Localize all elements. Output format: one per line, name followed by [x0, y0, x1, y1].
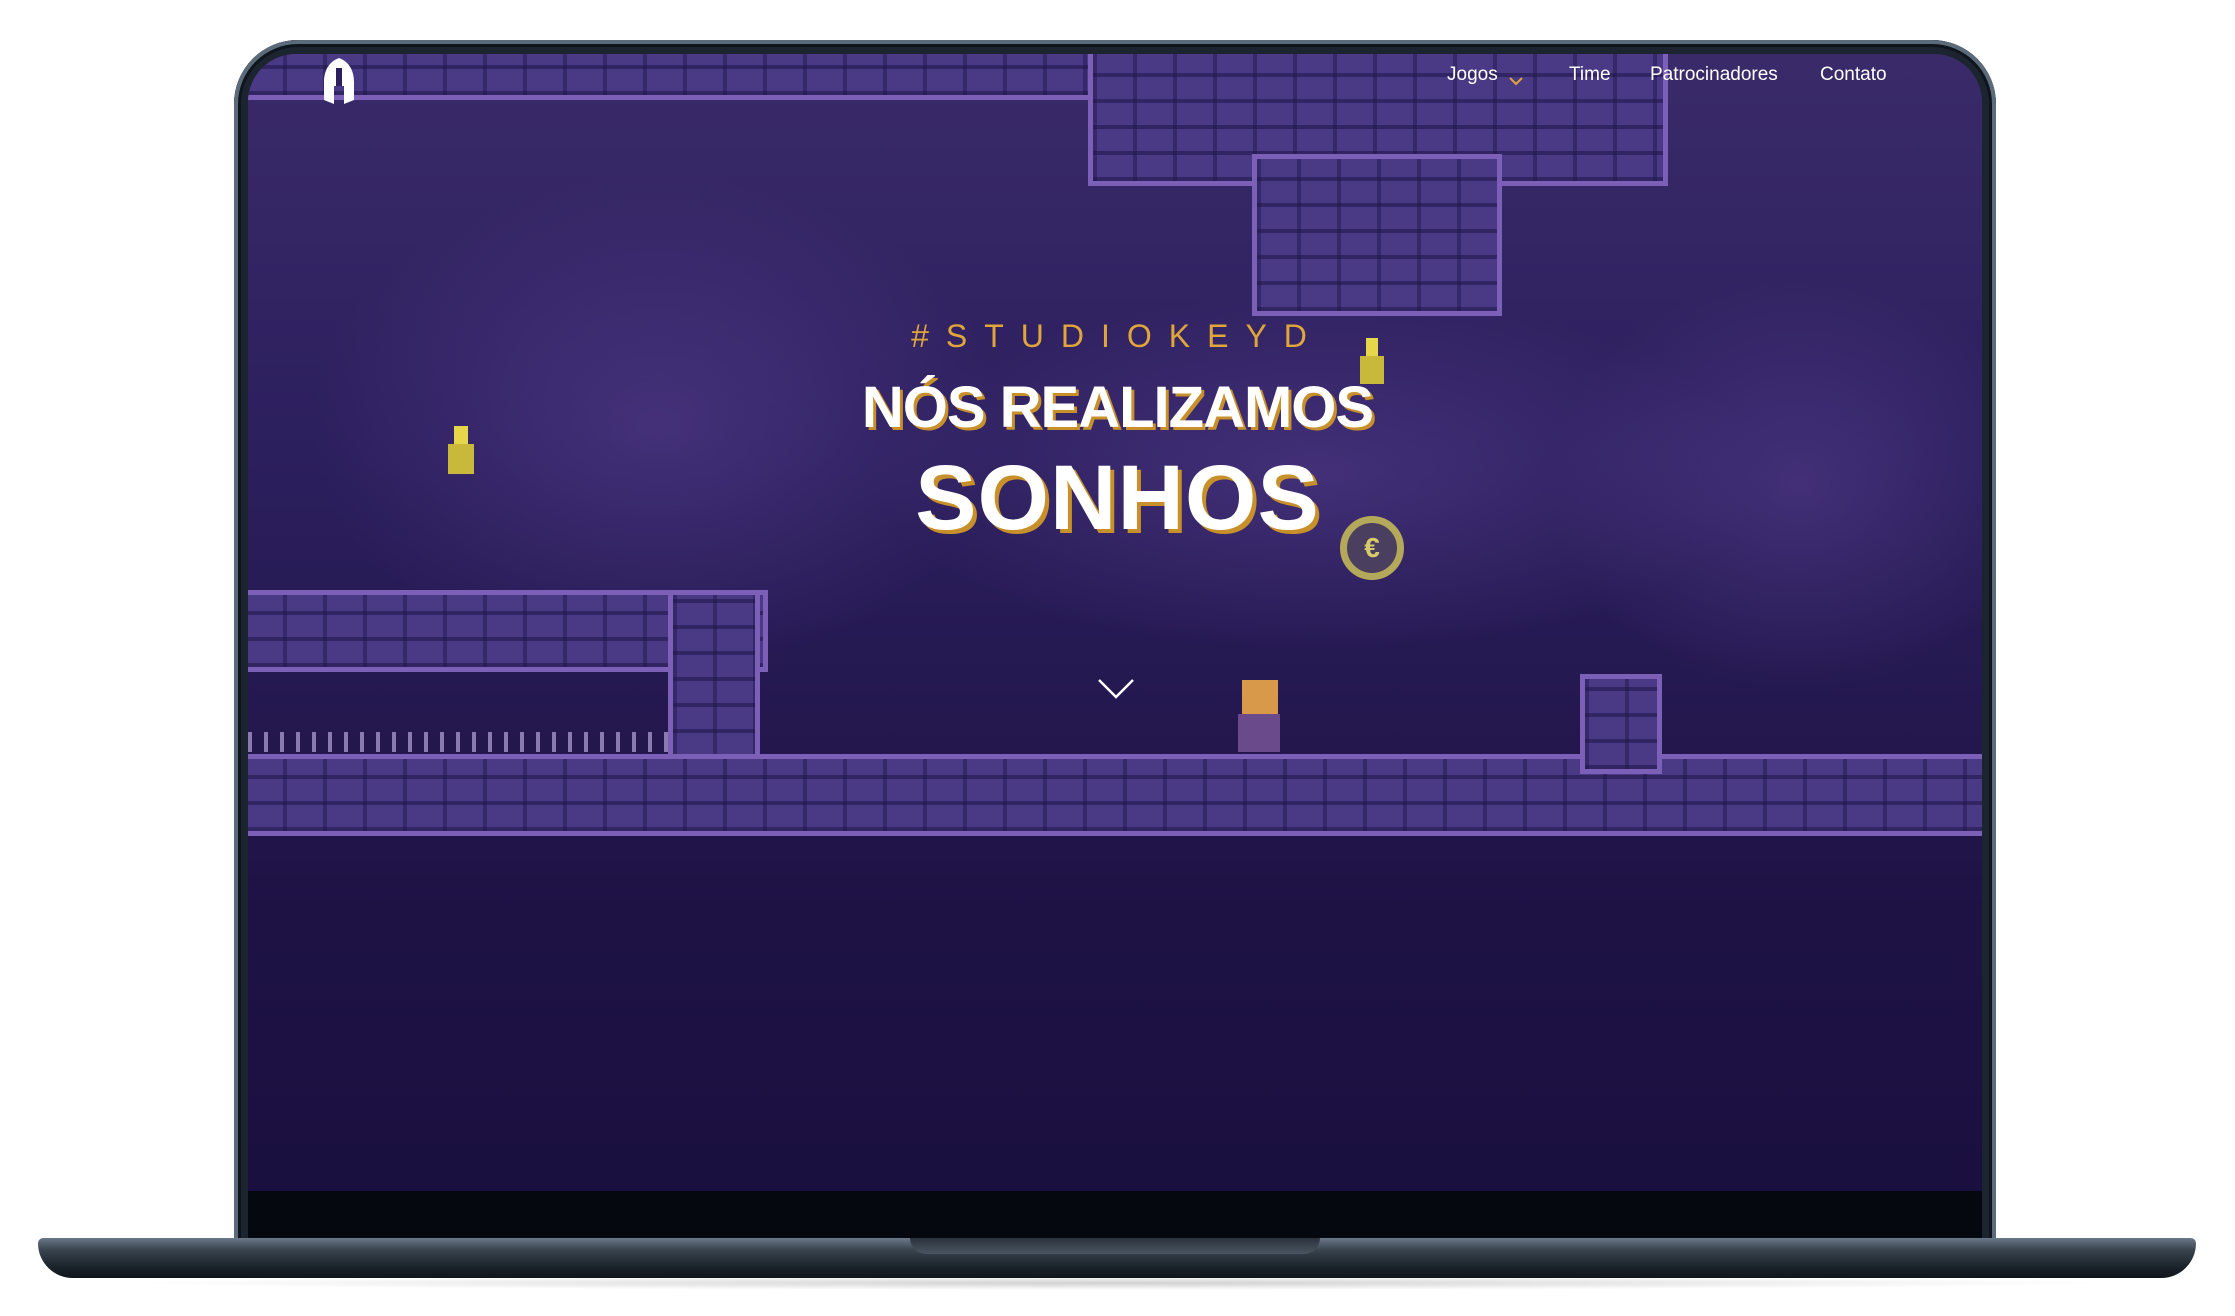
screen-bezel-bottom: [248, 1191, 1982, 1239]
nav-item-jogos[interactable]: Jogos: [1447, 64, 1498, 94]
nav-item-time[interactable]: Time: [1569, 64, 1611, 94]
nav-item-patrocinadores[interactable]: Patrocinadores: [1650, 64, 1778, 94]
nav-item-contato[interactable]: Contato: [1820, 64, 1887, 94]
nav-label: Jogos: [1447, 64, 1498, 85]
screen: €: [248, 54, 1982, 1191]
cave-floor: [248, 754, 1982, 836]
ceiling-ledge: [248, 54, 1108, 100]
laptop-shadow: [120, 1276, 2115, 1290]
player-character-body: [1238, 714, 1280, 752]
hero-headline: NÓS REALIZAMOS: [861, 375, 1374, 440]
hero-headline-emphasis: SONHOS: [915, 447, 1320, 549]
chevron-down-icon[interactable]: [1509, 74, 1523, 88]
laptop-hinge-notch: [910, 1238, 1320, 1254]
spikes: [248, 732, 668, 752]
spartan-helmet-icon[interactable]: [322, 56, 356, 106]
nav-label: Time: [1569, 64, 1611, 85]
nav-label: Contato: [1820, 64, 1887, 85]
nav-label: Patrocinadores: [1650, 64, 1778, 85]
scroll-down-icon[interactable]: [1097, 678, 1135, 700]
ceiling-drop: [1252, 154, 1502, 316]
hero-tagline: #STUDIOKEYD: [911, 318, 1324, 354]
floor-step: [1580, 674, 1662, 774]
player-character: [1242, 680, 1278, 714]
